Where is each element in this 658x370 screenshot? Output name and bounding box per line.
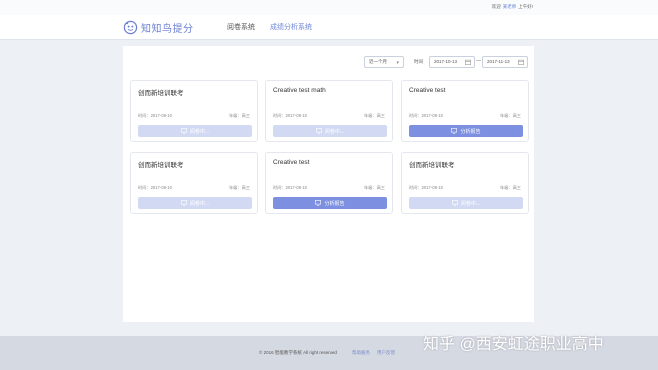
- exam-card: Creative test 时间：2017-08-10 年级：高三 分析报告: [401, 80, 529, 142]
- username-link[interactable]: 某老师: [503, 4, 517, 9]
- logo-text: 知知鸟提分: [141, 24, 194, 35]
- button-label: 阅卷中...: [460, 200, 481, 207]
- exam-title: 创而新培训联考: [138, 162, 184, 169]
- exam-grade: 年级：高三: [229, 185, 250, 190]
- exam-title: Creative test: [409, 87, 446, 94]
- monitor-icon: [180, 200, 187, 206]
- exam-title: Creative test math: [273, 87, 326, 94]
- top-bar: 欢迎 某老师 上午好!: [0, 0, 658, 15]
- exam-grade: 年级：高三: [229, 113, 250, 118]
- range-select-value: 近一个月: [369, 59, 387, 64]
- end-date-value: 2017-11-13: [487, 59, 510, 64]
- monitor-icon: [315, 128, 322, 134]
- button-label: 阅卷中...: [189, 200, 210, 207]
- grading-status-button[interactable]: 阅卷中...: [138, 197, 252, 209]
- monitor-icon: [180, 128, 187, 134]
- end-date-field[interactable]: 2017-11-13: [482, 56, 528, 68]
- exam-card: 创而新培训联考 时间：2017-08-10 年级：高三 阅卷中...: [130, 152, 258, 214]
- exam-grade: 年级：高三: [364, 185, 385, 190]
- greeting-text: 上午好!: [518, 4, 533, 9]
- exam-grade: 年级：高三: [500, 113, 521, 118]
- button-label: 阅卷中...: [324, 128, 345, 135]
- start-date-field[interactable]: 2017-10-13: [429, 56, 475, 68]
- exam-date: 时间：2017-08-10: [409, 185, 443, 190]
- monitor-icon: [451, 200, 458, 206]
- monitor-icon: [315, 200, 322, 206]
- exam-date: 时间：2017-08-10: [273, 185, 307, 190]
- help-link[interactable]: 帮助服务: [352, 350, 370, 356]
- button-label: 分析报告: [460, 128, 481, 135]
- exam-grade: 年级：高三: [364, 113, 385, 118]
- monitor-icon: [451, 128, 458, 134]
- analysis-report-button[interactable]: 分析报告: [273, 197, 387, 209]
- exam-date: 时间：2017-08-10: [138, 185, 172, 190]
- exam-grade: 年级：高三: [500, 185, 521, 190]
- logo[interactable]: 知知鸟提分: [123, 20, 194, 35]
- time-label: 时间: [414, 59, 423, 64]
- header: 知知鸟提分 阅卷系统 成绩分析系统: [0, 15, 658, 40]
- feedback-link[interactable]: 用户反馈: [377, 350, 395, 356]
- copyright-text: © 2016 智能教学系统 All right reserved: [259, 350, 337, 355]
- exam-card: Creative test math 时间：2017-08-10 年级：高三 阅…: [265, 80, 393, 142]
- exam-card: 创而新培训联考 时间：2017-08-10 年级：高三 阅卷中...: [401, 152, 529, 214]
- calendar-icon: [518, 59, 524, 65]
- date-separator: —: [476, 58, 481, 64]
- button-label: 分析报告: [324, 200, 345, 207]
- exam-date: 时间：2017-08-10: [138, 113, 172, 118]
- exam-date: 时间：2017-08-10: [409, 113, 443, 118]
- nav-grading-system[interactable]: 阅卷系统: [227, 22, 255, 32]
- grading-status-button[interactable]: 阅卷中...: [273, 125, 387, 137]
- start-date-value: 2017-10-13: [434, 59, 458, 64]
- exam-card: 创而新培训联考 时间：2017-08-10 年级：高三 阅卷中...: [130, 80, 258, 142]
- exam-date: 时间：2017-08-10: [273, 113, 307, 118]
- nav-score-analysis[interactable]: 成绩分析系统: [270, 22, 312, 32]
- grading-status-button[interactable]: 阅卷中...: [138, 125, 252, 137]
- chevron-down-icon: ▾: [396, 60, 399, 66]
- welcome-message: 欢迎 某老师 上午好!: [492, 4, 533, 10]
- grading-status-button[interactable]: 阅卷中...: [409, 197, 523, 209]
- exam-title: Creative test: [273, 159, 310, 166]
- watermark: 知乎 @西安虹途职业高中: [423, 336, 604, 353]
- range-select[interactable]: 近一个月 ▾: [364, 56, 404, 68]
- analysis-report-button[interactable]: 分析报告: [409, 125, 523, 137]
- button-label: 阅卷中...: [189, 128, 210, 135]
- exam-title: 创而新培训联考: [138, 90, 184, 97]
- calendar-icon: [465, 59, 471, 65]
- exam-card: Creative test 时间：2017-08-10 年级：高三 分析报告: [265, 152, 393, 214]
- exam-title: 创而新培训联考: [409, 162, 455, 169]
- bird-logo-icon: [123, 20, 138, 35]
- welcome-prefix: 欢迎: [491, 4, 501, 9]
